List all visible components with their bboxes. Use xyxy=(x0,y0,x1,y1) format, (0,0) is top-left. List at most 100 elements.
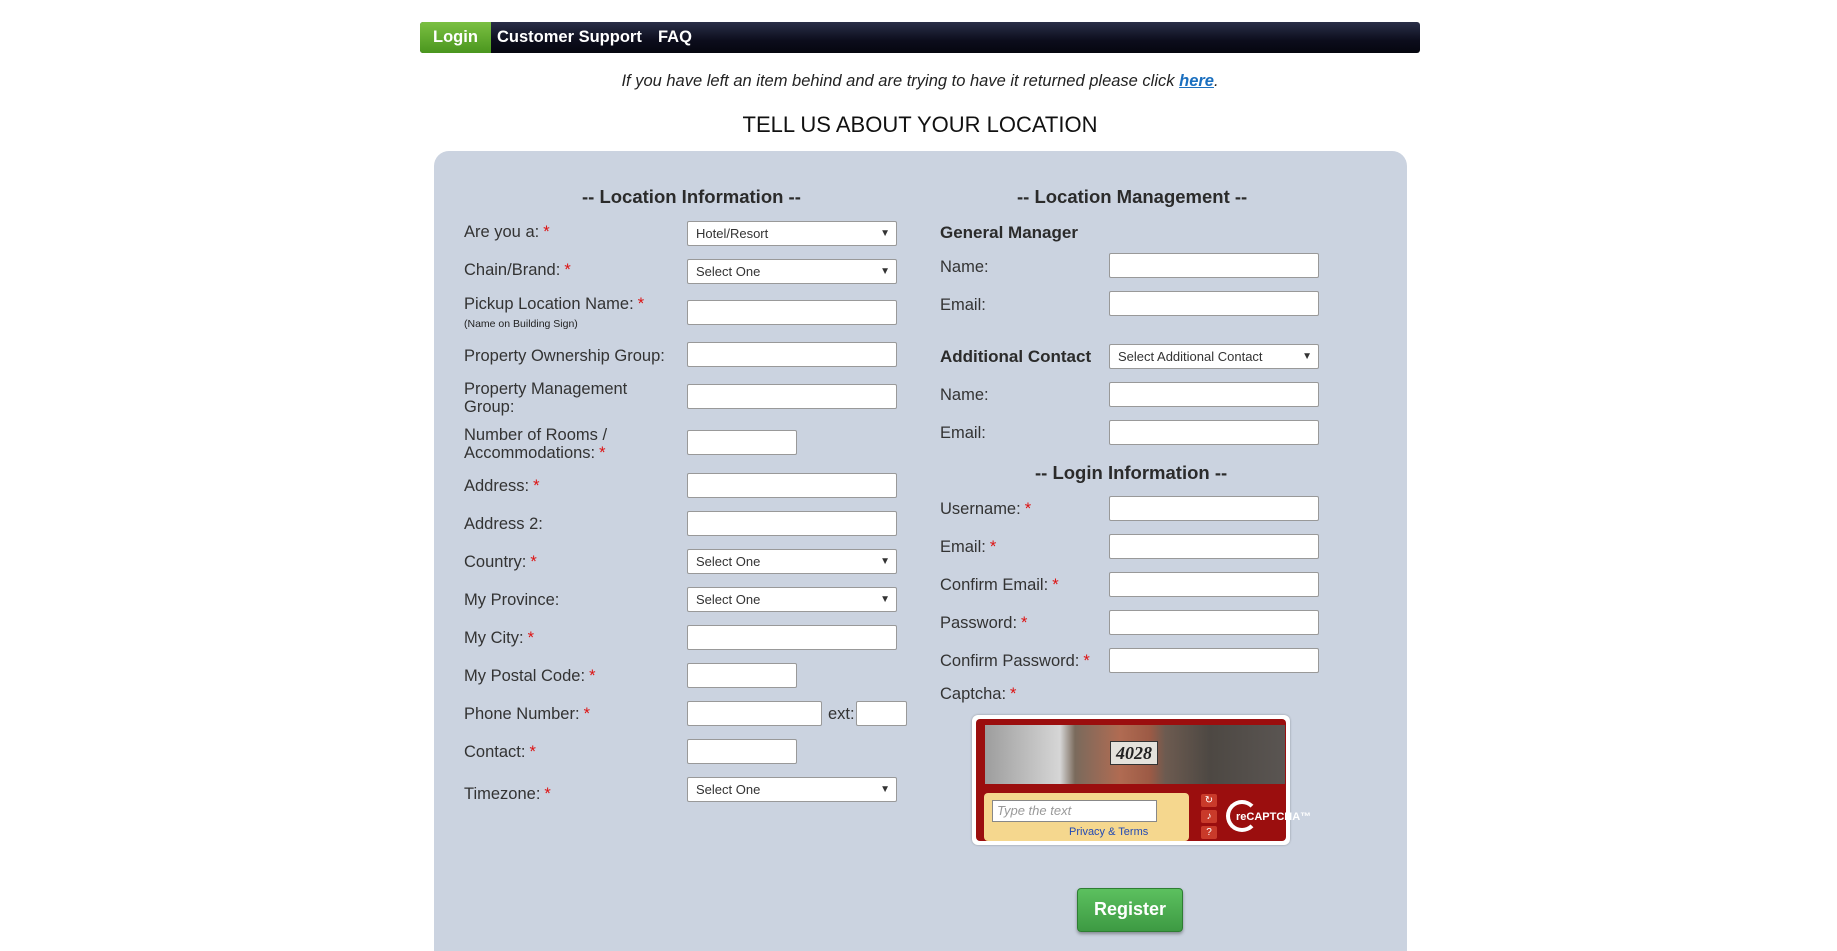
add-name-input[interactable] xyxy=(1109,382,1319,407)
confirm-password-label-text: Confirm Password: xyxy=(940,652,1080,670)
page-title: TELL US ABOUT YOUR LOCATION xyxy=(742,112,1098,137)
phone-label: Phone Number: * xyxy=(464,705,590,723)
login-email-label-text: Email: xyxy=(940,538,986,556)
are-you-label: Are you a: * xyxy=(464,223,550,241)
required-marker: * xyxy=(599,444,606,462)
captcha-input[interactable]: Type the text xyxy=(992,800,1157,822)
top-nav: Login Customer Support FAQ xyxy=(420,22,1420,53)
recaptcha-widget: 4028 Type the text Privacy & Terms ↻ ♪ ?… xyxy=(972,715,1311,845)
ownership-input[interactable] xyxy=(687,342,897,367)
contact-label-text: Contact: xyxy=(464,743,526,761)
timezone-select[interactable]: Select One ▼ xyxy=(687,777,897,802)
additional-contact-heading: Additional Contact xyxy=(940,347,1092,366)
gm-email-input[interactable] xyxy=(1109,291,1319,316)
rooms-label: Number of Rooms / Accommodations: * xyxy=(464,426,654,462)
province-select[interactable]: Select One ▼ xyxy=(687,587,897,612)
confirm-email-label-text: Confirm Email: xyxy=(940,576,1049,594)
are-you-select-value: Hotel/Resort xyxy=(696,226,769,241)
ownership-label: Property Ownership Group: xyxy=(464,347,665,365)
notice-here-link[interactable]: here xyxy=(1179,72,1214,90)
captcha-response-box: Type the text Privacy & Terms xyxy=(984,793,1189,841)
required-marker: * xyxy=(583,705,590,723)
are-you-select[interactable]: Hotel/Resort ▼ xyxy=(687,221,897,246)
username-label: Username: * xyxy=(940,500,1031,518)
management-label: Property Management Group: xyxy=(464,380,628,416)
password-input[interactable] xyxy=(1109,610,1319,635)
management-input[interactable] xyxy=(687,384,897,409)
are-you-label-text: Are you a: xyxy=(464,223,540,241)
chevron-down-icon: ▼ xyxy=(880,266,890,277)
city-label: My City: * xyxy=(464,629,534,647)
timezone-select-value: Select One xyxy=(696,782,761,797)
required-marker: * xyxy=(564,261,571,279)
postal-label: My Postal Code: * xyxy=(464,667,595,685)
chain-label: Chain/Brand: * xyxy=(464,261,571,279)
confirm-email-input[interactable] xyxy=(1109,572,1319,597)
help-icon[interactable]: ? xyxy=(1201,826,1217,839)
password-label-text: Password: xyxy=(940,614,1018,632)
required-marker: * xyxy=(529,743,536,761)
required-marker: * xyxy=(544,785,551,803)
contact-input[interactable] xyxy=(687,739,797,764)
returned-item-notice: If you have left an item behind and are … xyxy=(420,72,1420,91)
country-select-value: Select One xyxy=(696,554,761,569)
captcha-image: 4028 xyxy=(985,725,1285,784)
rooms-input[interactable] xyxy=(687,430,797,455)
add-email-input[interactable] xyxy=(1109,420,1319,445)
chevron-down-icon: ▼ xyxy=(880,556,890,567)
timezone-label: Timezone: * xyxy=(464,785,551,803)
chevron-down-icon: ▼ xyxy=(880,784,890,795)
required-marker: * xyxy=(1024,500,1032,518)
captcha-image-text: 4028 xyxy=(1110,741,1158,765)
chevron-down-icon: ▼ xyxy=(1302,351,1312,362)
phone-label-text: Phone Number: xyxy=(464,705,580,723)
recaptcha-frame: 4028 Type the text Privacy & Terms ↻ ♪ ?… xyxy=(976,719,1311,841)
nav-login[interactable]: Login xyxy=(420,22,491,53)
required-marker: * xyxy=(637,295,645,313)
add-name-label: Name: xyxy=(940,386,989,404)
refresh-icon[interactable]: ↻ xyxy=(1201,794,1217,807)
required-marker: * xyxy=(530,553,537,571)
required-marker: * xyxy=(1010,685,1017,703)
required-marker: * xyxy=(1083,652,1090,670)
captcha-label: Captcha: * xyxy=(940,685,1016,703)
nav-customer-support[interactable]: Customer Support xyxy=(485,22,654,53)
login-email-input[interactable] xyxy=(1109,534,1319,559)
province-label: My Province: xyxy=(464,591,560,609)
chain-select[interactable]: Select One ▼ xyxy=(687,259,897,284)
username-input[interactable] xyxy=(1109,496,1319,521)
phone-ext-input[interactable] xyxy=(856,701,907,726)
gm-email-label: Email: xyxy=(940,296,986,314)
additional-contact-select[interactable]: Select Additional Contact ▼ xyxy=(1109,344,1319,369)
country-select[interactable]: Select One ▼ xyxy=(687,549,897,574)
required-marker: * xyxy=(1021,614,1028,632)
required-marker: * xyxy=(589,667,596,685)
audio-icon[interactable]: ♪ xyxy=(1201,810,1217,823)
phone-input[interactable] xyxy=(687,701,822,726)
city-input[interactable] xyxy=(687,625,897,650)
confirm-password-input[interactable] xyxy=(1109,648,1319,673)
address-input[interactable] xyxy=(687,473,897,498)
pickup-location-input[interactable] xyxy=(687,300,897,325)
gm-name-input[interactable] xyxy=(1109,253,1319,278)
add-email-label: Email: xyxy=(940,424,986,442)
contact-label: Contact: * xyxy=(464,743,536,761)
chain-label-text: Chain/Brand: xyxy=(464,261,561,279)
username-label-text: Username: xyxy=(940,500,1021,518)
required-marker: * xyxy=(533,477,540,495)
address2-input[interactable] xyxy=(687,511,897,536)
ext-label: ext: xyxy=(828,705,855,723)
notice-text: If you have left an item behind and are … xyxy=(621,72,1180,90)
login-email-label: Email: * xyxy=(940,538,996,556)
captcha-label-text: Captcha: xyxy=(940,685,1007,703)
chain-select-value: Select One xyxy=(696,264,761,279)
postal-input[interactable] xyxy=(687,663,797,688)
nav-faq[interactable]: FAQ xyxy=(646,22,704,53)
postal-label-text: My Postal Code: xyxy=(464,667,586,685)
register-button[interactable]: Register xyxy=(1077,888,1183,932)
city-label-text: My City: xyxy=(464,629,524,647)
timezone-label-text: Timezone: xyxy=(464,785,541,803)
country-label: Country: * xyxy=(464,553,537,571)
address-label: Address: * xyxy=(464,477,540,495)
captcha-privacy-link[interactable]: Privacy & Terms xyxy=(1069,826,1148,838)
